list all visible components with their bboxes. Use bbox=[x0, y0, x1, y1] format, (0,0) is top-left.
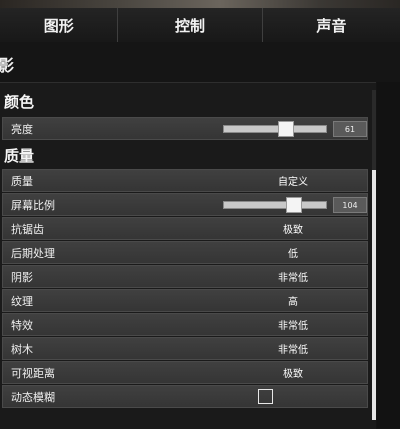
setting-label: 树木 bbox=[11, 342, 33, 356]
setting-row-shadows[interactable]: 阴影 非常低 bbox=[2, 265, 368, 288]
tab-controls[interactable]: 控制 bbox=[118, 8, 263, 42]
setting-value[interactable]: 非常低 bbox=[223, 269, 363, 284]
setting-label: 动态模糊 bbox=[11, 390, 55, 404]
setting-value[interactable]: 非常低 bbox=[223, 341, 363, 356]
tab-graphics[interactable]: 图形 bbox=[0, 8, 119, 42]
setting-value[interactable]: 极致 bbox=[223, 365, 363, 380]
setting-label: 特效 bbox=[11, 318, 33, 332]
setting-label: 屏幕比例 bbox=[11, 198, 55, 212]
right-edge-background bbox=[377, 82, 400, 428]
setting-label: 可视距离 bbox=[11, 366, 55, 380]
setting-row-post-processing[interactable]: 后期处理 低 bbox=[2, 241, 368, 264]
setting-label: 抗锯齿 bbox=[11, 222, 44, 236]
setting-label: 质量 bbox=[11, 174, 33, 188]
brightness-slider-thumb[interactable] bbox=[278, 121, 295, 137]
setting-row-view-distance[interactable]: 可视距离 极致 bbox=[2, 361, 368, 384]
game-background-strip bbox=[0, 0, 400, 8]
scrollbar-thumb[interactable] bbox=[372, 170, 376, 420]
setting-label-brightness: 亮度 bbox=[11, 122, 33, 136]
setting-label: 后期处理 bbox=[11, 246, 55, 260]
screen-scale-value-box[interactable]: 104 bbox=[333, 197, 367, 213]
section-title-quality: 质量 bbox=[4, 147, 35, 165]
setting-row-textures[interactable]: 纹理 高 bbox=[2, 289, 368, 312]
screen-scale-slider[interactable] bbox=[223, 197, 327, 213]
setting-label: 阴影 bbox=[11, 270, 33, 284]
brightness-value-box[interactable]: 61 bbox=[333, 121, 367, 137]
panel-scrollbar[interactable] bbox=[372, 90, 376, 420]
page-title: 影 bbox=[0, 56, 15, 75]
setting-row-quality[interactable]: 质量 自定义 bbox=[2, 169, 368, 192]
setting-value[interactable]: 高 bbox=[223, 293, 363, 308]
motion-blur-checkbox[interactable] bbox=[258, 389, 273, 404]
setting-row-brightness: 亮度 61 bbox=[2, 117, 368, 140]
tab-sound[interactable]: 声音 bbox=[262, 8, 400, 42]
setting-value[interactable]: 非常低 bbox=[223, 317, 363, 332]
brightness-slider[interactable] bbox=[223, 121, 327, 137]
setting-row-foliage[interactable]: 树木 非常低 bbox=[2, 337, 368, 360]
section-title-color: 颜色 bbox=[4, 93, 35, 111]
setting-label: 纹理 bbox=[11, 294, 33, 308]
page-header: 影 bbox=[0, 42, 400, 82]
settings-tabs: 图形 控制 声音 bbox=[0, 8, 400, 43]
screen-scale-slider-thumb[interactable] bbox=[286, 197, 303, 213]
setting-row-screen-scale: 屏幕比例 104 bbox=[2, 193, 368, 216]
settings-panel: 颜色 亮度 61 质量 质量 自定义 屏幕比例 104 抗锯齿 极致 后期处理 … bbox=[0, 82, 376, 429]
setting-value[interactable]: 极致 bbox=[223, 221, 363, 236]
setting-row-effects[interactable]: 特效 非常低 bbox=[2, 313, 368, 336]
setting-value[interactable]: 自定义 bbox=[223, 173, 363, 188]
setting-row-motion-blur: 动态模糊 bbox=[2, 385, 368, 408]
setting-value[interactable]: 低 bbox=[223, 245, 363, 260]
setting-row-anti-aliasing[interactable]: 抗锯齿 极致 bbox=[2, 217, 368, 240]
